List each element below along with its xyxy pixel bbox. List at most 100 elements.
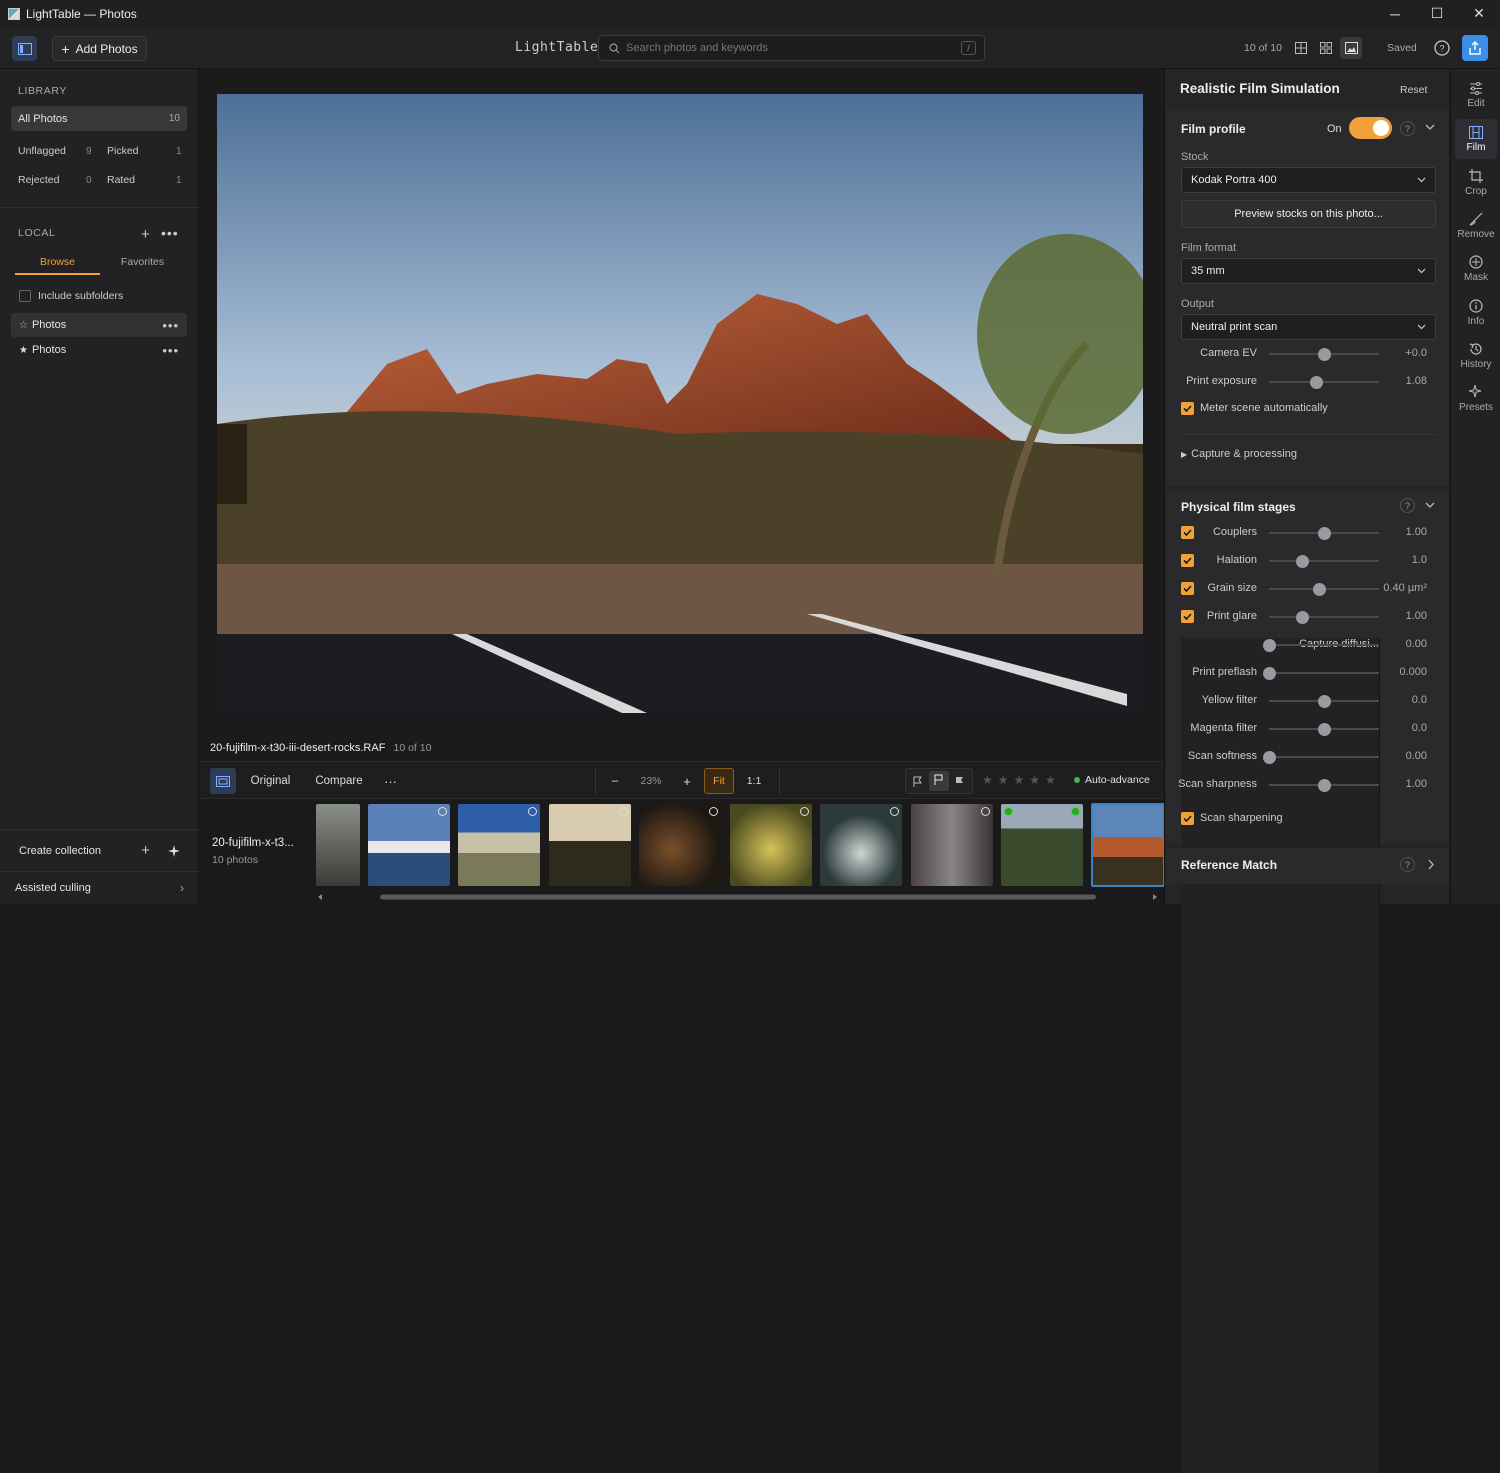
one-to-one-button[interactable]: 1:1 xyxy=(743,768,765,794)
maximize-button[interactable]: ☐ xyxy=(1416,0,1458,27)
slider-knob[interactable] xyxy=(1318,348,1331,361)
slider-knob[interactable] xyxy=(1318,695,1331,708)
filmstrip-scrollbar[interactable] xyxy=(316,893,1159,901)
star-icon[interactable]: ★ xyxy=(982,773,993,787)
folder-item[interactable]: ★ Photos ••• xyxy=(11,338,187,362)
minimize-button[interactable]: ─ xyxy=(1374,0,1416,27)
film-format-select[interactable]: 35 mm xyxy=(1181,258,1436,284)
print-exposure-slider[interactable]: Print exposure 1.08 xyxy=(1166,370,1449,394)
flag-pick-icon[interactable] xyxy=(955,776,965,787)
main-photo[interactable] xyxy=(217,94,1143,713)
camera-ev-slider[interactable]: Camera EV +0.0 xyxy=(1166,342,1449,366)
filmstrip-toggle-button[interactable] xyxy=(210,768,236,794)
assisted-culling-row[interactable]: Assisted culling › xyxy=(0,871,199,904)
slider-knob[interactable] xyxy=(1312,583,1326,596)
stage-slider-row[interactable]: Magenta filter 0.0 xyxy=(1166,717,1449,741)
compare-view-button[interactable] xyxy=(1290,37,1312,59)
star-icon[interactable]: ★ xyxy=(998,773,1009,787)
slider-knob[interactable] xyxy=(1318,527,1331,540)
rejected-filter[interactable]: Rejected xyxy=(18,174,59,186)
rated-filter[interactable]: Rated xyxy=(107,174,135,186)
grid-view-button[interactable] xyxy=(1315,37,1337,59)
flag-unflag-button[interactable] xyxy=(929,771,949,791)
slider-track[interactable] xyxy=(1269,672,1379,674)
slider-knob[interactable] xyxy=(1296,555,1309,568)
stock-select[interactable]: Kodak Portra 400 xyxy=(1181,167,1436,193)
stage-checkbox[interactable] xyxy=(1181,582,1194,595)
star-icon[interactable]: ★ xyxy=(1029,773,1040,787)
zoom-in-button[interactable]: + xyxy=(676,768,698,794)
stage-slider-row[interactable]: Couplers 1.00 xyxy=(1166,521,1449,545)
folder-item[interactable]: ☆ Photos ••• xyxy=(11,313,187,337)
meter-scene-row[interactable]: Meter scene automatically xyxy=(1166,397,1449,421)
single-view-button[interactable] xyxy=(1340,37,1362,59)
stage-slider-row[interactable]: Print preflash 0.000 xyxy=(1166,661,1449,685)
reference-match-section[interactable]: Reference Match ? xyxy=(1166,848,1449,884)
tab-favorites[interactable]: Favorites xyxy=(100,253,185,275)
chevron-down-icon[interactable] xyxy=(1425,502,1435,510)
local-more-button[interactable]: ••• xyxy=(161,225,179,241)
select-circle[interactable] xyxy=(800,807,809,816)
folder-more-button[interactable]: ••• xyxy=(162,318,179,333)
add-collection-button[interactable]: + xyxy=(141,842,150,859)
search-box[interactable]: / xyxy=(598,35,985,61)
thumbnail-selected[interactable] xyxy=(1091,803,1165,887)
slider-knob[interactable] xyxy=(1310,376,1324,389)
slider-knob[interactable] xyxy=(1263,667,1276,680)
stage-slider-row[interactable]: Print glare 1.00 xyxy=(1166,605,1449,629)
meter-scene-checkbox[interactable] xyxy=(1181,402,1194,415)
fit-button[interactable]: Fit xyxy=(704,768,734,794)
slider-track[interactable] xyxy=(1269,616,1379,618)
chevron-down-icon[interactable] xyxy=(1425,124,1435,132)
thumbnail[interactable] xyxy=(458,804,540,886)
help-icon[interactable]: ? xyxy=(1400,857,1415,872)
thumbnail[interactable] xyxy=(639,804,721,886)
picked-filter[interactable]: Picked xyxy=(107,145,139,157)
add-photos-button[interactable]: + Add Photos xyxy=(52,36,147,61)
slider-track[interactable] xyxy=(1269,381,1379,383)
sidebar-toggle-button[interactable] xyxy=(12,36,37,61)
scan-sharpening-checkbox[interactable] xyxy=(1181,812,1194,825)
star-icon[interactable]: ★ xyxy=(1014,773,1025,787)
film-profile-toggle[interactable] xyxy=(1349,117,1392,139)
select-circle[interactable] xyxy=(890,807,899,816)
thumbnail[interactable] xyxy=(1001,804,1083,886)
star-filled-icon[interactable]: ★ xyxy=(19,345,28,356)
star-icon[interactable]: ★ xyxy=(1045,773,1056,787)
sparkle-icon[interactable] xyxy=(168,844,180,857)
picked-circle[interactable] xyxy=(1004,807,1013,816)
close-button[interactable]: ✕ xyxy=(1458,0,1500,27)
select-circle[interactable] xyxy=(528,807,537,816)
select-circle[interactable] xyxy=(438,807,447,816)
picked-circle[interactable] xyxy=(1071,807,1080,816)
select-circle[interactable] xyxy=(709,807,718,816)
stage-slider-row[interactable]: Grain size 0.40 µm² xyxy=(1166,577,1449,601)
include-subfolders-checkbox[interactable] xyxy=(19,290,31,302)
slider-track[interactable] xyxy=(1269,756,1379,758)
rail-info[interactable]: Info xyxy=(1455,293,1497,333)
thumbnail[interactable] xyxy=(820,804,902,886)
thumbnail[interactable] xyxy=(316,804,360,886)
slider-knob[interactable] xyxy=(1318,723,1331,736)
rating-stars[interactable]: ★ ★ ★ ★ ★ xyxy=(982,773,1056,787)
slider-knob[interactable] xyxy=(1318,779,1331,792)
rail-film[interactable]: Film xyxy=(1455,119,1497,159)
reset-button[interactable]: Reset xyxy=(1400,84,1427,96)
stage-checkbox[interactable] xyxy=(1181,610,1194,623)
rail-remove[interactable]: Remove xyxy=(1455,206,1497,246)
tab-browse[interactable]: Browse xyxy=(15,253,100,275)
select-circle[interactable] xyxy=(981,807,990,816)
capture-processing-expander[interactable]: ▶ Capture & processing xyxy=(1181,448,1297,460)
help-icon[interactable]: ? xyxy=(1433,39,1451,57)
unflagged-filter[interactable]: Unflagged xyxy=(18,145,66,157)
thumbnail[interactable] xyxy=(730,804,812,886)
zoom-out-button[interactable]: – xyxy=(604,768,626,794)
output-select[interactable]: Neutral print scan xyxy=(1181,314,1436,340)
rail-presets[interactable]: Presets xyxy=(1455,379,1497,419)
auto-advance-toggle[interactable]: Auto-advance xyxy=(1074,774,1150,786)
stage-slider-row[interactable]: Halation 1.0 xyxy=(1166,549,1449,573)
compare-button[interactable]: Compare xyxy=(313,768,365,794)
search-input[interactable] xyxy=(626,42,946,54)
help-icon[interactable]: ? xyxy=(1400,121,1415,136)
stage-slider-row[interactable]: Scan softness 0.00 xyxy=(1166,745,1449,769)
